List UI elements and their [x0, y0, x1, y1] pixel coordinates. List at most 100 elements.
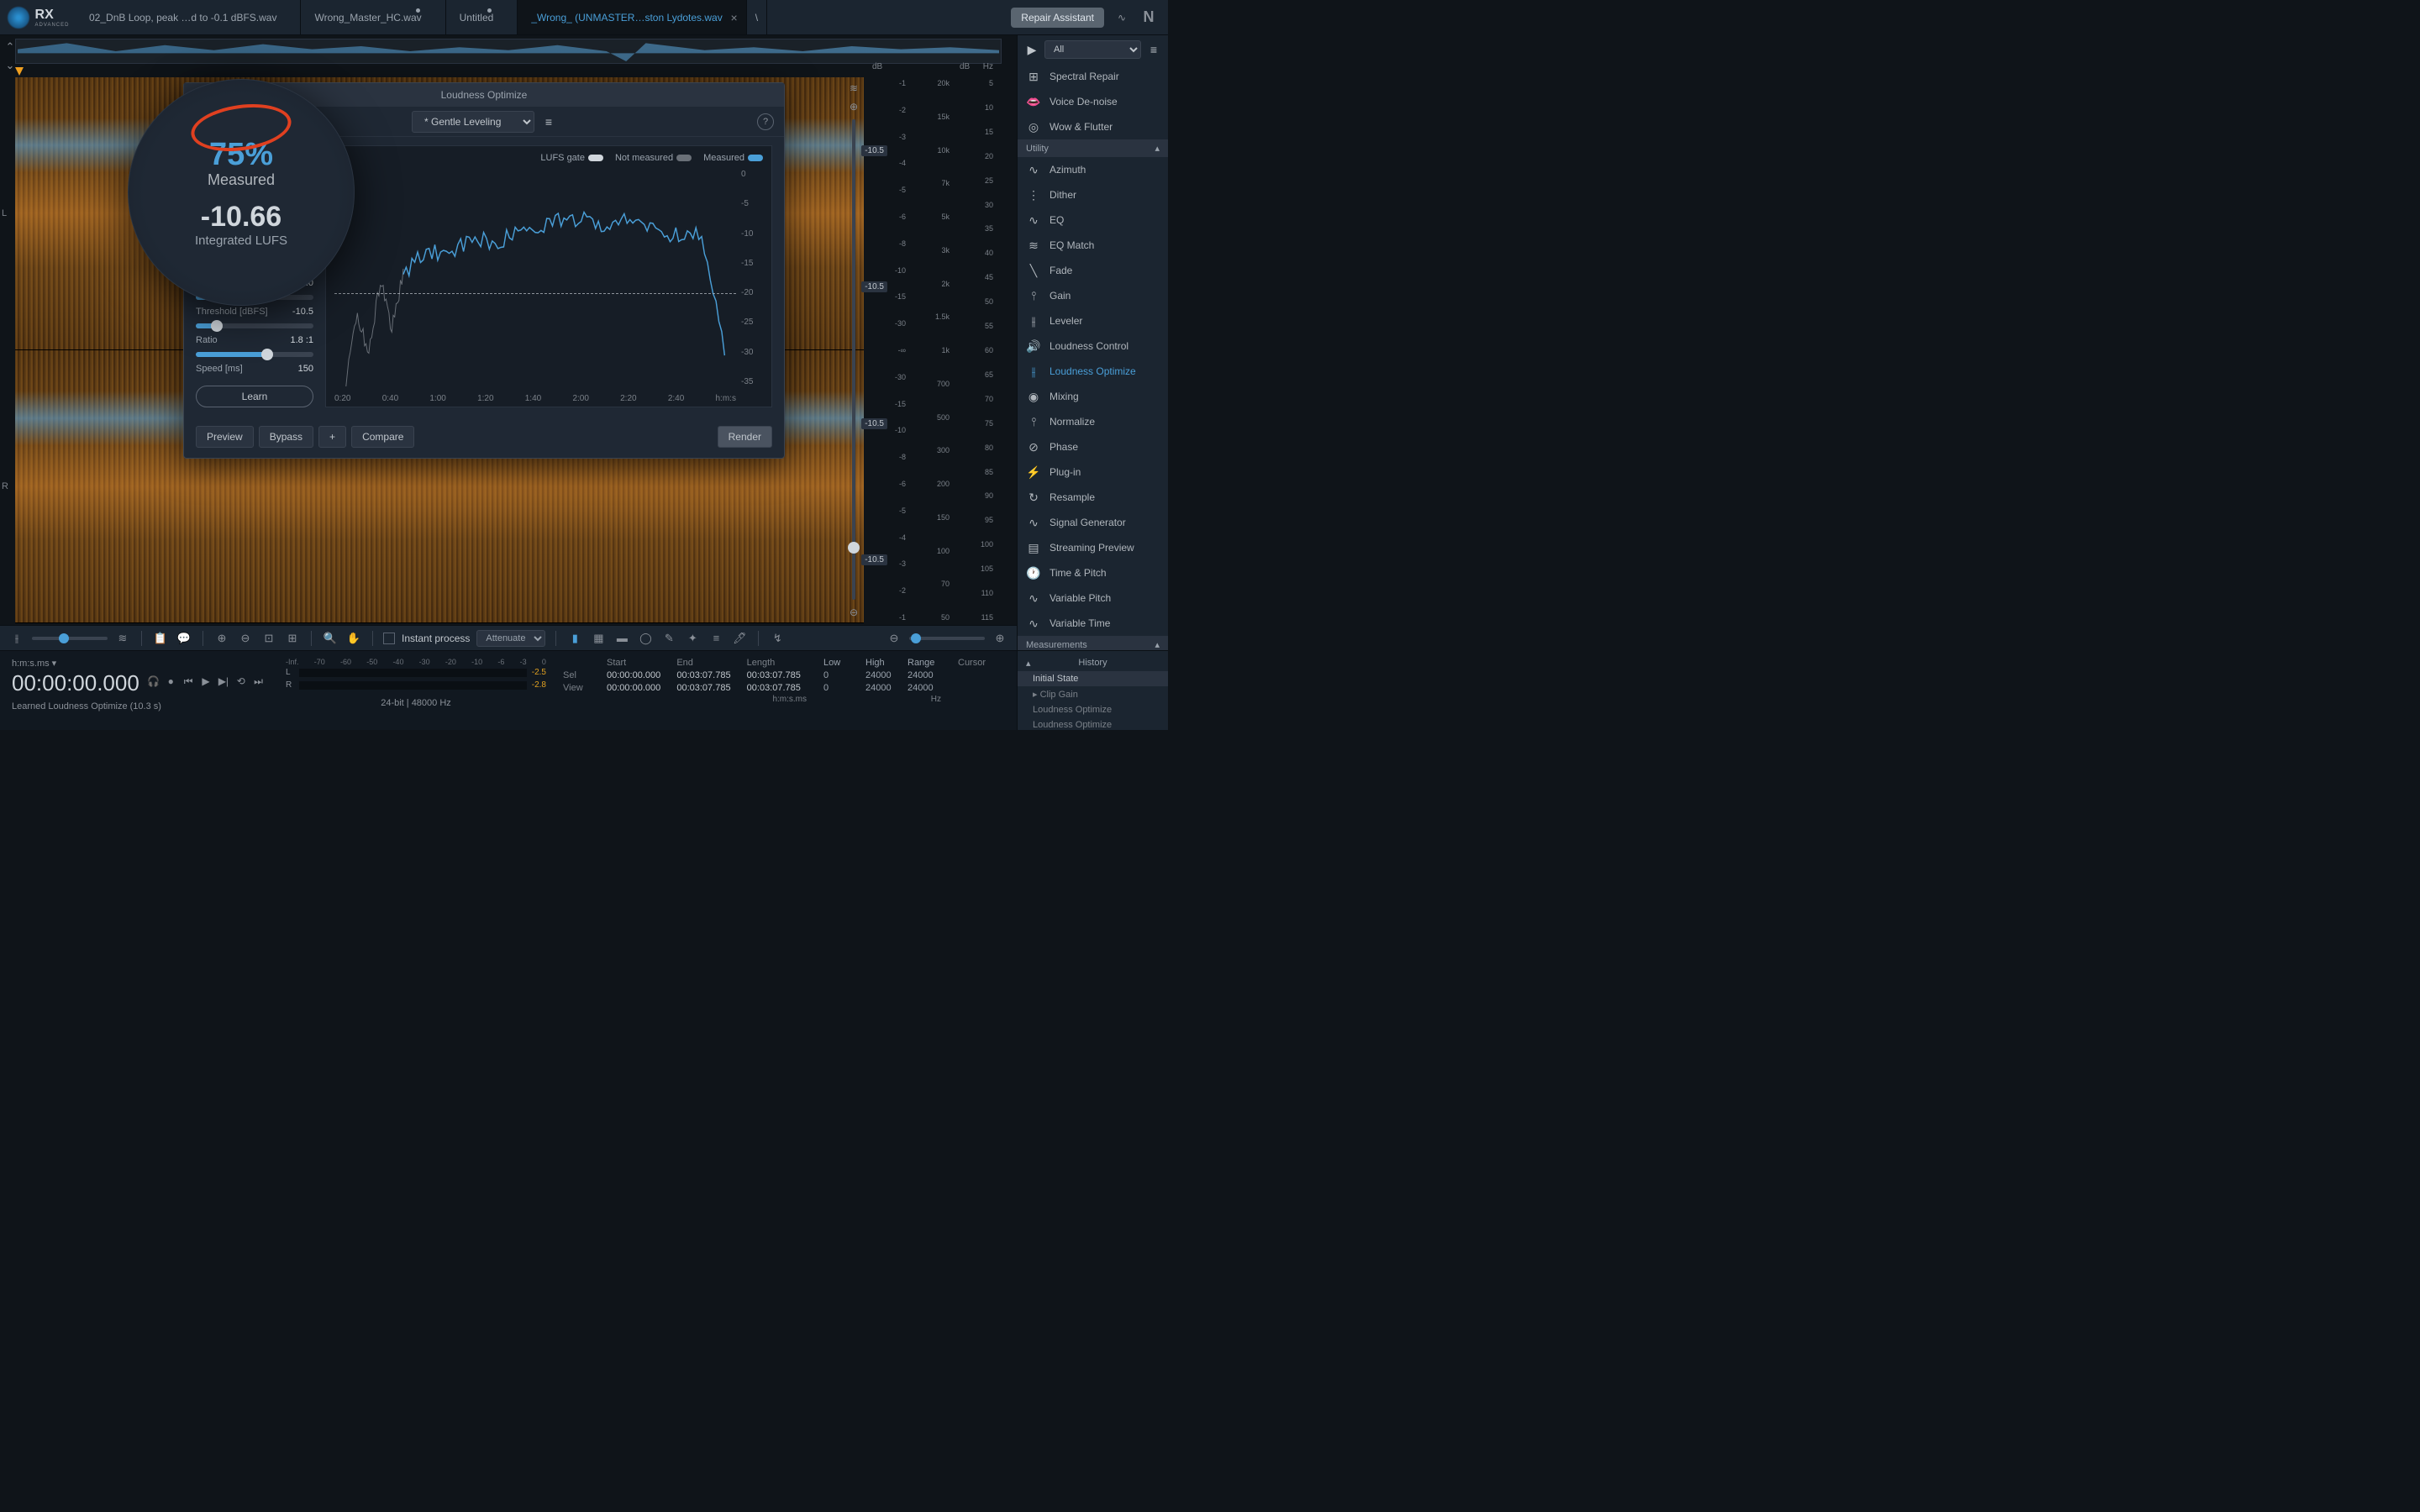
preset-menu-icon[interactable]: ≡ — [541, 114, 556, 129]
spectro-view-icon[interactable]: ≋ — [114, 630, 131, 647]
preset-select[interactable]: * Gentle Leveling — [412, 111, 534, 133]
skip-fwd-icon[interactable]: ⏭ — [251, 673, 266, 690]
zoom-out-icon[interactable]: ⊖ — [850, 606, 858, 618]
ratio-slider[interactable] — [196, 352, 313, 357]
lasso-icon[interactable]: ◯ — [637, 630, 654, 647]
history-item[interactable]: Loudness Optimize — [1018, 702, 1168, 717]
help-icon[interactable]: ? — [757, 113, 774, 130]
spectro-icon[interactable]: ≋ — [850, 82, 858, 94]
sidebar-item-variable-pitch[interactable]: ∿Variable Pitch — [1018, 585, 1168, 611]
vertical-controls: ≋ ⊕ ⊖ — [847, 77, 860, 623]
threshold-slider[interactable] — [196, 323, 313, 328]
highlight-ring-icon — [188, 98, 294, 157]
tab-0[interactable]: 02_DnB Loop, peak …d to -0.1 dBFS.wav — [76, 0, 301, 34]
sidebar-item-variable-time[interactable]: ∿Variable Time — [1018, 611, 1168, 636]
sidebar-item-voice-de-noise[interactable]: 👄Voice De-noise — [1018, 89, 1168, 114]
sidebar-item-signal-generator[interactable]: ∿Signal Generator — [1018, 510, 1168, 535]
repair-assistant-button[interactable]: Repair Assistant — [1011, 8, 1104, 28]
sidebar-item-eq-match[interactable]: ≋EQ Match — [1018, 233, 1168, 258]
sidebar-item-spectral-repair[interactable]: ⊞Spectral Repair — [1018, 64, 1168, 89]
zoom-tool-icon[interactable]: 🔍 — [322, 630, 339, 647]
slider-thumb[interactable] — [848, 542, 860, 554]
sidebar-item-eq[interactable]: ∿EQ — [1018, 207, 1168, 233]
sidebar-item-streaming-preview[interactable]: ▤Streaming Preview — [1018, 535, 1168, 560]
preview-button[interactable]: Preview — [196, 426, 254, 448]
slider-thumb[interactable] — [59, 633, 69, 643]
view-blend-slider[interactable] — [32, 637, 108, 640]
history-item[interactable]: ▸ Clip Gain — [1018, 686, 1168, 702]
parallel-icon[interactable]: ≡ — [708, 630, 724, 647]
wand-icon[interactable]: ✦ — [684, 630, 701, 647]
zoom-in-icon[interactable]: ⊕ — [850, 101, 858, 113]
menu-icon[interactable]: ≡ — [1146, 42, 1161, 57]
sidebar-item-time-pitch[interactable]: 🕐Time & Pitch — [1018, 560, 1168, 585]
waveform-icon[interactable]: ∿ — [1113, 8, 1131, 27]
status-left: h:m:s.ms ▾ 00:00:00.000 🎧 ● ⏮ ▶ ▶| ⟲ ⏭ L… — [0, 651, 277, 730]
waveform-view-icon[interactable]: ⫲ — [8, 630, 25, 647]
sidebar-item-wow-flutter[interactable]: ◎Wow & Flutter — [1018, 114, 1168, 139]
freq-select-icon[interactable]: ▬ — [613, 630, 630, 647]
history-item[interactable]: Loudness Optimize — [1018, 717, 1168, 732]
timefreq-select-icon[interactable]: ▦ — [590, 630, 607, 647]
measurements-section-header[interactable]: Measurements▴ — [1018, 636, 1168, 650]
history-item[interactable]: Initial State — [1018, 671, 1168, 686]
brightness-slider[interactable] — [852, 119, 855, 600]
tab-3[interactable]: ×_Wrong_ (UNMASTER…ston Lydotes.wav — [518, 0, 746, 34]
sidebar-item-gain[interactable]: ⫯Gain — [1018, 283, 1168, 308]
headphone-icon[interactable]: 🎧 — [146, 673, 160, 690]
tab-1[interactable]: Wrong_Master_HC.wav — [301, 0, 445, 34]
chevron-up-icon[interactable]: ▴ — [1026, 658, 1031, 669]
overview-waveform[interactable] — [15, 39, 1002, 64]
hzoom-out-icon[interactable]: ⊖ — [886, 630, 902, 647]
play-icon[interactable]: ▶ — [1024, 42, 1039, 57]
record-icon[interactable]: ● — [164, 673, 178, 690]
render-button[interactable]: Render — [718, 426, 772, 448]
izotope-logo-icon[interactable]: N — [1139, 8, 1158, 27]
play-sel-icon[interactable]: ▶| — [216, 673, 230, 690]
sidebar-filter-select[interactable]: All — [1044, 40, 1141, 59]
sidebar-item-loudness-optimize[interactable]: ⫲Loudness Optimize — [1018, 359, 1168, 384]
feather-icon[interactable]: 🖊 — [731, 630, 748, 647]
slider-thumb[interactable] — [911, 633, 921, 643]
bypass-button[interactable]: Bypass — [259, 426, 313, 448]
skip-back-icon[interactable]: ⏮ — [182, 673, 196, 690]
hand-tool-icon[interactable]: ✋ — [345, 630, 362, 647]
sidebar-item-mixing[interactable]: ◉Mixing — [1018, 384, 1168, 409]
chat-icon[interactable]: 💬 — [176, 630, 192, 647]
utility-section-header[interactable]: Utility▴ — [1018, 139, 1168, 157]
zoom-out-icon[interactable]: ⊖ — [237, 630, 254, 647]
sidebar-item-azimuth[interactable]: ∿Azimuth — [1018, 157, 1168, 182]
sidebar-item-normalize[interactable]: ⫯Normalize — [1018, 409, 1168, 434]
sidebar-item-loudness-control[interactable]: 🔊Loudness Control — [1018, 333, 1168, 359]
add-button[interactable]: + — [318, 426, 346, 448]
process-mode-select[interactable]: Attenuate — [476, 630, 545, 647]
slider-thumb[interactable] — [211, 320, 223, 332]
sidebar-item-phase[interactable]: ⊘Phase — [1018, 434, 1168, 459]
compare-button[interactable]: Compare — [351, 426, 414, 448]
history-header[interactable]: ▴History — [1018, 654, 1168, 671]
zoom-sel-icon[interactable]: ⊡ — [260, 630, 277, 647]
hzoom-in-icon[interactable]: ⊕ — [992, 630, 1008, 647]
time-select-icon[interactable]: ▮ — [566, 630, 583, 647]
slider-thumb[interactable] — [261, 349, 273, 360]
brush-icon[interactable]: ✎ — [660, 630, 677, 647]
tab-2[interactable]: Untitled — [446, 0, 518, 34]
zoom-fit-icon[interactable]: ⊞ — [284, 630, 301, 647]
paste-icon[interactable]: 📋 — [152, 630, 169, 647]
sidebar-item-leveler[interactable]: ⫲Leveler — [1018, 308, 1168, 333]
close-icon[interactable]: × — [731, 11, 738, 24]
sidebar-item-resample[interactable]: ↻Resample — [1018, 485, 1168, 510]
sidebar-item-fade[interactable]: ╲Fade — [1018, 258, 1168, 283]
graph-plot — [334, 170, 736, 386]
hzoom-slider[interactable] — [909, 637, 985, 640]
play-icon[interactable]: ▶ — [199, 673, 213, 690]
sidebar-item-dither[interactable]: ⋮Dither — [1018, 182, 1168, 207]
instant-process-checkbox[interactable] — [383, 633, 395, 644]
tab-overflow[interactable]: \ — [747, 0, 767, 34]
time-format-label[interactable]: h:m:s.ms ▾ — [12, 658, 266, 669]
connect-icon[interactable]: ↯ — [769, 630, 786, 647]
sidebar-item-plug-in[interactable]: ⚡Plug-in — [1018, 459, 1168, 485]
zoom-in-icon[interactable]: ⊕ — [213, 630, 230, 647]
learn-button[interactable]: Learn — [196, 386, 313, 407]
loop-icon[interactable]: ⟲ — [234, 673, 248, 690]
